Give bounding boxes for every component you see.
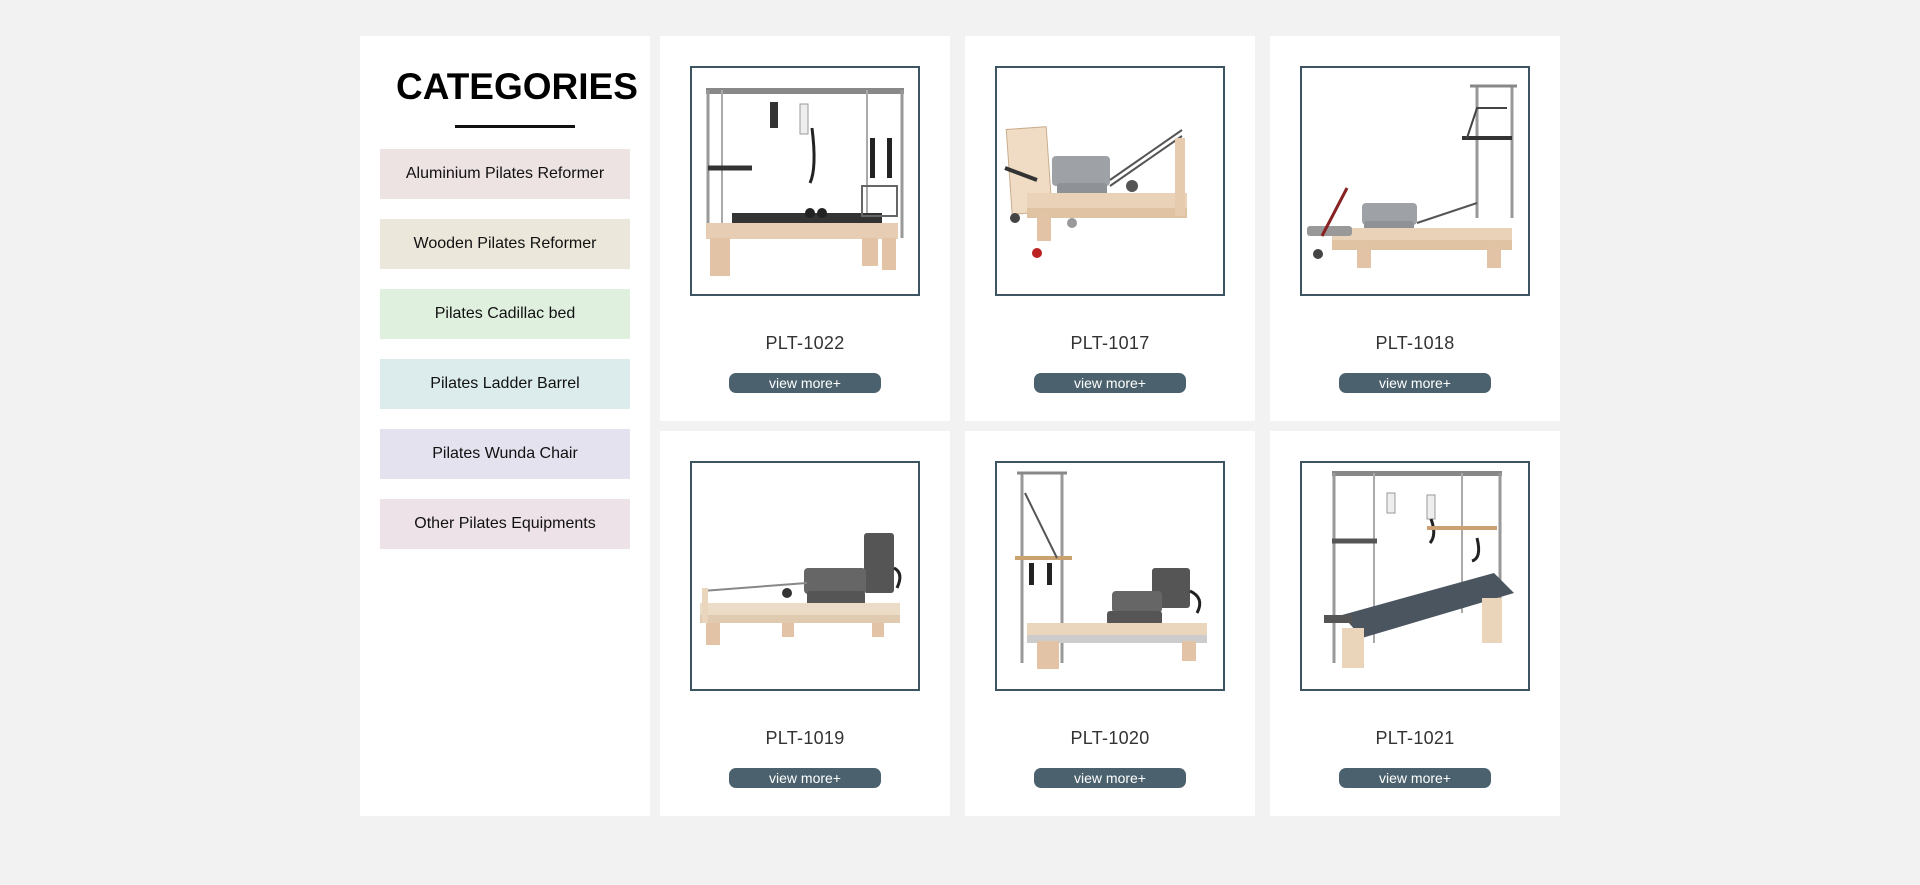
view-more-button[interactable]: view more+: [1034, 768, 1186, 788]
category-wooden-pilates-reformer[interactable]: Wooden Pilates Reformer: [380, 219, 630, 269]
view-more-button[interactable]: view more+: [1034, 373, 1186, 393]
wooden-reformer-image: [1004, 126, 1187, 258]
product-card: PLT-1020 view more+: [965, 431, 1255, 816]
categories-sidebar: CATEGORIES Aluminium Pilates Reformer Wo…: [360, 36, 650, 816]
product-code: PLT-1021: [1375, 728, 1455, 748]
category-other-pilates-equipments[interactable]: Other Pilates Equipments: [380, 499, 630, 549]
product-code: PLT-1022: [765, 333, 845, 353]
product-image[interactable]: [690, 66, 920, 296]
category-aluminium-pilates-reformer[interactable]: Aluminium Pilates Reformer: [380, 149, 630, 199]
product-image[interactable]: [1300, 461, 1530, 691]
category-pilates-cadillac-bed[interactable]: Pilates Cadillac bed: [380, 289, 630, 339]
category-pilates-ladder-barrel[interactable]: Pilates Ladder Barrel: [380, 359, 630, 409]
product-card: PLT-1019 view more+: [660, 431, 950, 816]
reformer-image: [700, 533, 902, 645]
view-more-button[interactable]: view more+: [1339, 373, 1491, 393]
half-trapeze-reformer-image: [1307, 84, 1517, 268]
cadillac-reformer-image: [706, 88, 904, 276]
view-more-button[interactable]: view more+: [729, 373, 881, 393]
product-image[interactable]: [995, 461, 1225, 691]
product-card: PLT-1021 view more+: [1270, 431, 1560, 816]
half-trapeze-reformer-image: [1015, 471, 1207, 669]
product-image[interactable]: [995, 66, 1225, 296]
product-code: PLT-1018: [1375, 333, 1455, 353]
category-pilates-wunda-chair[interactable]: Pilates Wunda Chair: [380, 429, 630, 479]
page: CATEGORIES Aluminium Pilates Reformer Wo…: [0, 0, 1920, 885]
product-code: PLT-1019: [765, 728, 845, 748]
categories-heading: CATEGORIES: [396, 66, 638, 107]
view-more-button[interactable]: view more+: [729, 768, 881, 788]
product-image[interactable]: [690, 461, 920, 691]
product-code: PLT-1017: [1070, 333, 1150, 353]
product-code: PLT-1020: [1070, 728, 1150, 748]
heading-underline: [455, 125, 575, 128]
product-card: PLT-1017 view more+: [965, 36, 1255, 421]
product-image[interactable]: [1300, 66, 1530, 296]
cadillac-bed-image: [1324, 471, 1514, 668]
view-more-button[interactable]: view more+: [1339, 768, 1491, 788]
product-card: PLT-1018 view more+: [1270, 36, 1560, 421]
product-card: PLT-1022 view more+: [660, 36, 950, 421]
